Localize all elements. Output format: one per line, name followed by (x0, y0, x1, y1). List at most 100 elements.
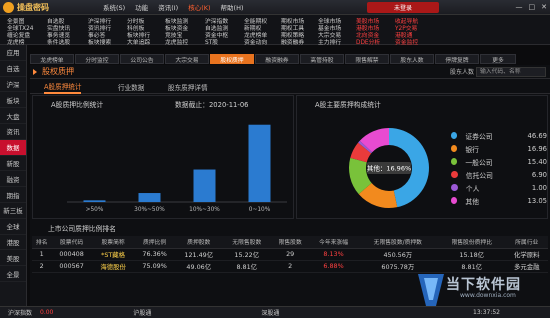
column-header[interactable]: 无限售股数/质押数 (357, 236, 438, 249)
sidebar-item[interactable]: 新三板 (0, 203, 26, 219)
panel-header: 股权质押 股东人数 输入代码、名称 (30, 65, 550, 79)
subtab-a-stats[interactable]: A股质押统计 (44, 80, 82, 94)
menu-info[interactable]: 资讯(I) (158, 2, 178, 12)
sub-tabs: A股质押统计 行业数据 股东质押详情 (30, 80, 550, 94)
menu-function[interactable]: 功能 (135, 2, 148, 12)
table-cell: *ST藏格 (91, 248, 135, 261)
tab[interactable]: 融资融券 (255, 54, 299, 64)
legend-swatch (451, 171, 458, 178)
toolbar-item[interactable]: 大单追踪 (127, 37, 150, 46)
toolbar-item[interactable]: 资金监控 (395, 37, 418, 46)
column-header[interactable]: 股票代码 (51, 236, 92, 249)
bar[interactable] (83, 200, 106, 202)
column-header[interactable]: 限售股份质押比 (438, 236, 506, 249)
tab[interactable]: 股东人数 (390, 54, 434, 64)
legend-value: 6.90 (531, 170, 547, 179)
menu-system[interactable]: 系统(S) (103, 2, 125, 12)
donut-chart-svg: 其他：16.96% (349, 128, 430, 208)
bar[interactable] (193, 169, 216, 202)
legend-value: 13.05 (527, 196, 547, 205)
table-cell: 121.49亿 (174, 248, 223, 261)
table-cell: 76.36% (134, 248, 175, 261)
tab[interactable]: 大宗交易 (165, 54, 209, 64)
column-header[interactable]: 限售股数 (270, 236, 310, 249)
table-cell: 化学原料 (505, 248, 548, 261)
sidebar-item[interactable]: 全景 (0, 266, 26, 282)
sidebar-item[interactable]: 自选 (0, 61, 26, 77)
sidebar-item[interactable]: 大盘 (0, 108, 26, 124)
tab[interactable]: 高管持股 (300, 54, 344, 64)
subtab-industry[interactable]: 行业数据 (118, 80, 144, 94)
table-cell: 75.09% (134, 260, 175, 273)
toolbar-item[interactable]: 资金动向 (244, 37, 267, 46)
login-button[interactable]: 未登录 (367, 2, 439, 13)
toolbar-item[interactable]: 龙虎监控 (165, 37, 188, 46)
table-cell: 海德股份 (91, 260, 135, 273)
status-index-value: 0.00 (40, 309, 54, 316)
sidebar-item[interactable]: 应用 (0, 45, 26, 61)
sidebar-item[interactable]: 港股 (0, 235, 26, 251)
sidebar-item[interactable]: 全球 (0, 219, 26, 235)
table-row[interactable]: 2 000567 海德股份 75.09% 49.06亿 8.81亿 2 6.88% 6075.7… (32, 260, 548, 273)
toolbar-row-4: 龙虎榜 条件选股 板块搜索 大单追踪 龙虎监控 ST股 资金动向 融资融券 主力排行 DDE分析资… (0, 37, 550, 47)
tab[interactable]: 更多 (480, 54, 516, 64)
menu-help[interactable]: 帮助(H) (221, 2, 244, 12)
tab[interactable]: 停牌复牌 (435, 54, 479, 64)
legend-item[interactable]: 信托公司 6.90 (447, 168, 547, 181)
legend-item[interactable]: 个人 1.00 (447, 181, 547, 194)
table-cell: 29 (270, 248, 310, 261)
column-header[interactable]: 所属行业 (505, 236, 548, 249)
sidebar-item[interactable]: 数据 (0, 139, 26, 156)
toolbar-item[interactable]: 融资融券 (281, 37, 304, 46)
quick-toolbar: 全景图 自选股 沪深排行 分时板 板块监测 沪深指数 全能期权 期权市场 全球市场 美股市场 收起导… (0, 15, 550, 47)
table-cell: 000567 (51, 260, 92, 273)
sidebar-item[interactable]: 板块 (0, 92, 26, 109)
close-icon[interactable]: ✕ (541, 3, 547, 11)
chart-legend: 证券公司 46.69 银行 16.96 一般公司 15.40 信托公司 6.90 个人 1.00 其… (447, 129, 547, 207)
toolbar-item[interactable]: 板块搜索 (88, 37, 111, 46)
search-input[interactable]: 输入代码、名称 (476, 67, 546, 77)
column-header[interactable]: 质押比例 (134, 236, 175, 249)
legend-item[interactable]: 银行 16.96 (447, 142, 547, 155)
table-cell: 8.81亿 (438, 260, 506, 273)
bar[interactable] (248, 124, 271, 202)
toolbar-item[interactable]: 条件选股 (47, 37, 70, 46)
minimize-icon[interactable]: — (516, 3, 523, 11)
menu-core[interactable]: 核心(K) (188, 2, 210, 12)
column-header[interactable]: 股票简称 (91, 236, 135, 249)
toolbar-item[interactable]: ST股 (205, 37, 218, 46)
sidebar-item[interactable]: 沪深 (0, 77, 26, 93)
sidebar-item[interactable]: 美股 (0, 250, 26, 267)
maximize-icon[interactable]: □ (529, 3, 536, 11)
stock-label: 股东人数 (449, 69, 474, 76)
bar[interactable] (138, 193, 161, 202)
subtab-holder-detail[interactable]: 股东质押详情 (168, 80, 208, 94)
sidebar-item[interactable]: 资讯 (0, 124, 26, 140)
table-cell: 1 (32, 248, 52, 261)
column-header[interactable]: 排名 (32, 236, 52, 249)
toolbar-item[interactable]: DDE分析 (356, 37, 380, 46)
sidebar-item[interactable]: 期指 (0, 187, 26, 203)
watermark-url: www.downxia.com (460, 292, 516, 299)
legend-item[interactable]: 证券公司 46.69 (447, 129, 547, 142)
sidebar-item[interactable]: 融资 (0, 171, 26, 188)
bar-category-label: 10%~30% (189, 207, 220, 213)
tab[interactable]: 龙虎榜单 (30, 54, 74, 64)
main-menu: 系统(S) 功能 资讯(I) 核心(K) 帮助(H) (103, 2, 244, 12)
table-row[interactable]: 1 000408 *ST藏格 76.36% 121.49亿 15.22亿 29 8.13% 45… (32, 248, 548, 261)
panel-title: 股权质押 (42, 67, 74, 76)
column-header[interactable]: 无限售股数 (222, 236, 271, 249)
tab[interactable]: 股权质押 (210, 54, 254, 64)
status-sh-connect: 沪股通 (133, 310, 152, 317)
column-header[interactable]: 今年来涨幅 (309, 236, 358, 249)
tab[interactable]: 公司公告 (120, 54, 164, 64)
app-logo: 操盘密码 (3, 1, 83, 13)
column-header[interactable]: 质押股数 (174, 236, 223, 249)
tab[interactable]: 限售解禁 (345, 54, 389, 64)
tab[interactable]: 分时监控 (75, 54, 119, 64)
legend-item[interactable]: 其他 13.05 (447, 194, 547, 207)
legend-item[interactable]: 一般公司 15.40 (447, 155, 547, 168)
sidebar-item[interactable]: 新股 (0, 156, 26, 172)
legend-label: 信托公司 (465, 171, 493, 180)
toolbar-item[interactable]: 主力排行 (318, 37, 341, 46)
